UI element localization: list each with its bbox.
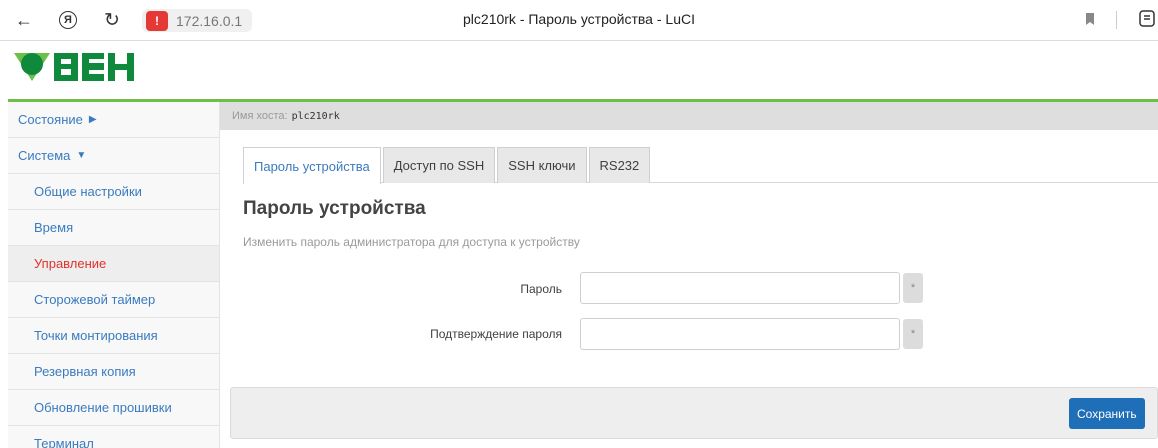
sidebar-item-general[interactable]: Общие настройки bbox=[8, 174, 219, 210]
required-marker: * bbox=[903, 273, 923, 303]
sidebar-item-label: Управление bbox=[34, 256, 107, 271]
page-title: Пароль устройства bbox=[243, 198, 426, 219]
sidebar-item-terminal[interactable]: Терминал bbox=[8, 426, 219, 448]
sidebar-item-firmware-update[interactable]: Обновление прошивки bbox=[8, 390, 219, 426]
hostname-value: plc210rk bbox=[291, 110, 340, 122]
yandex-icon[interactable]: Я bbox=[56, 8, 80, 32]
sidebar-item-label: Время bbox=[34, 220, 74, 235]
reader-mode-icon[interactable] bbox=[1138, 9, 1158, 29]
toolbar-divider bbox=[1116, 11, 1117, 29]
tab-rs232[interactable]: RS232 bbox=[588, 147, 651, 183]
sidebar-item-label: Точки монтирования bbox=[34, 328, 158, 343]
sidebar-item-label: Сторожевой таймер bbox=[34, 292, 156, 307]
hostname-label: Имя хоста: bbox=[232, 110, 288, 122]
header-bar bbox=[0, 42, 1158, 100]
confirm-password-field[interactable] bbox=[580, 318, 900, 350]
hostname-bar: Имя хоста: plc210rk bbox=[220, 102, 1158, 130]
sidebar-item-label: Система bbox=[18, 148, 71, 163]
password-field[interactable] bbox=[580, 272, 900, 304]
required-marker: * bbox=[903, 319, 923, 349]
confirm-password-label: Подтверждение пароля bbox=[430, 327, 562, 341]
tab-ssh-keys[interactable]: SSH ключи bbox=[497, 147, 587, 183]
tab-ssh-access[interactable]: Доступ по SSH bbox=[382, 147, 496, 183]
sidebar-item-backup[interactable]: Резервная копия bbox=[8, 354, 219, 390]
sidebar-item-mount-points[interactable]: Точки монтирования bbox=[8, 318, 219, 354]
oven-logo[interactable] bbox=[12, 50, 136, 84]
password-label: Пароль bbox=[520, 282, 562, 296]
collapse-arrow-icon: ▼ bbox=[76, 150, 87, 161]
form-actions-panel: Сохранить bbox=[230, 387, 1158, 439]
back-arrow-icon[interactable]: ← bbox=[12, 8, 36, 32]
sidebar-item-label: Резервная копия bbox=[34, 364, 136, 379]
sidebar-item-administration[interactable]: Управление bbox=[8, 246, 219, 282]
reload-icon[interactable]: ↻ bbox=[100, 8, 124, 32]
sidebar-item-label: Состояние bbox=[18, 112, 83, 127]
sidebar-item-time[interactable]: Время bbox=[8, 210, 219, 246]
sidebar-item-status[interactable]: Состояние ▶ bbox=[8, 102, 219, 138]
save-button[interactable]: Сохранить bbox=[1069, 398, 1145, 429]
address-bar[interactable]: ! 172.16.0.1 bbox=[142, 9, 252, 32]
warning-icon[interactable]: ! bbox=[146, 10, 168, 31]
tab-device-password[interactable]: Пароль устройства bbox=[243, 147, 381, 184]
oven-logo-mark bbox=[14, 53, 134, 81]
bookmark-icon[interactable] bbox=[1085, 12, 1095, 26]
sidebar-menu: Состояние ▶ Система ▼ Общие настройки Вр… bbox=[8, 102, 220, 448]
tab-bar: Пароль устройства Доступ по SSH SSH ключ… bbox=[243, 147, 652, 184]
sidebar-item-watchdog[interactable]: Сторожевой таймер bbox=[8, 282, 219, 318]
sidebar-item-label: Обновление прошивки bbox=[34, 400, 172, 415]
page-description: Изменить пароль администратора для досту… bbox=[243, 235, 580, 249]
sidebar-item-system[interactable]: Система ▼ bbox=[8, 138, 219, 174]
address-text[interactable]: 172.16.0.1 bbox=[176, 13, 242, 29]
sidebar-item-label: Общие настройки bbox=[34, 184, 142, 199]
expand-arrow-icon: ▶ bbox=[88, 114, 97, 125]
browser-toolbar: ← Я ↻ ! 172.16.0.1 plc210rk - Пароль уст… bbox=[0, 0, 1158, 41]
sidebar-item-label: Терминал bbox=[34, 436, 94, 448]
